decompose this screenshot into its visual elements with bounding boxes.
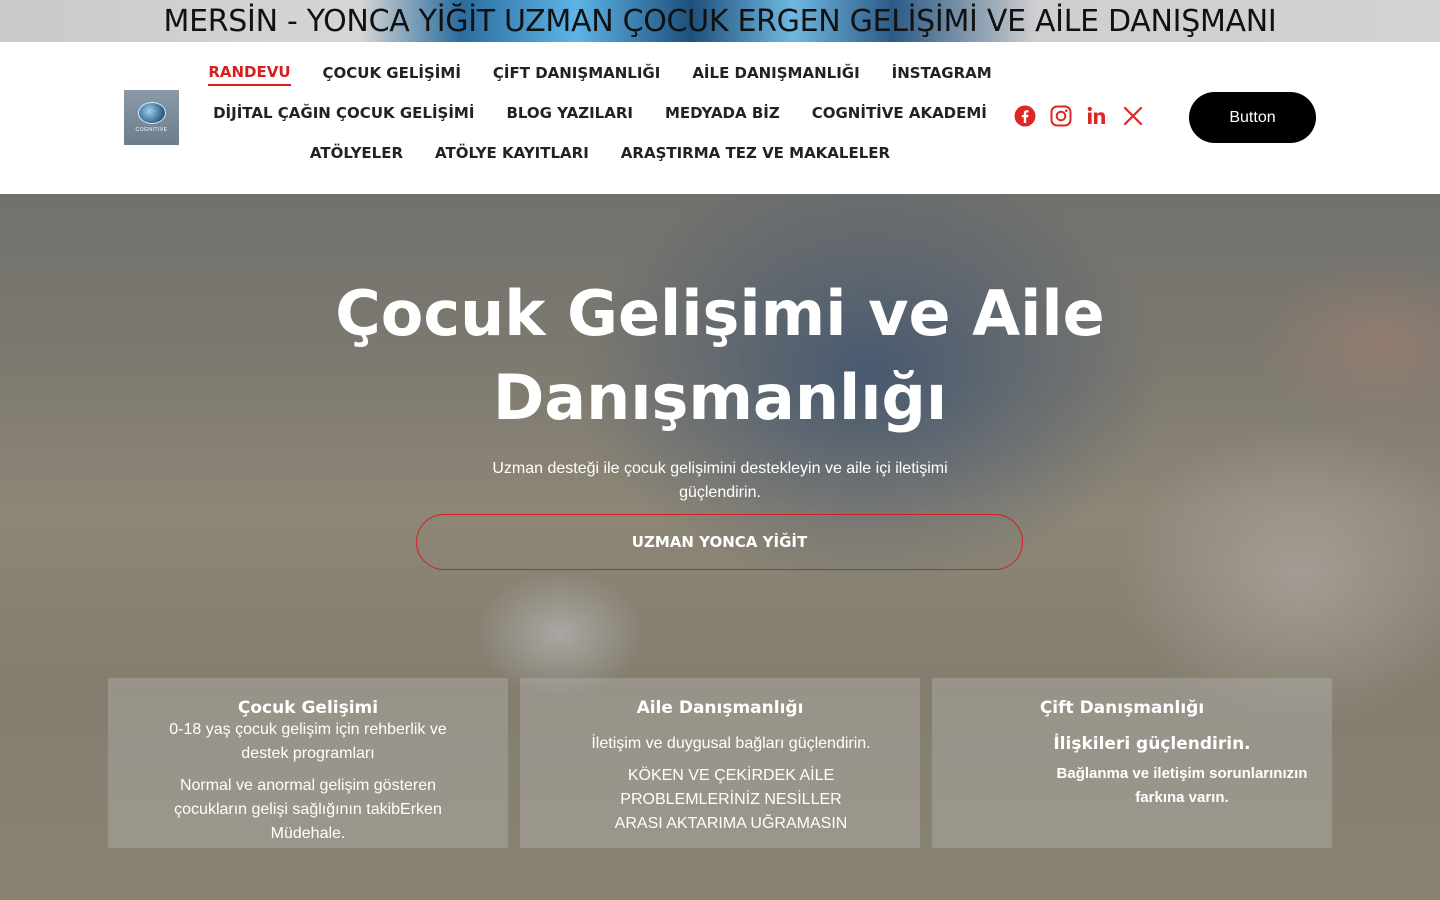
site-logo[interactable]: COGNITIVE xyxy=(124,90,179,145)
nav-item-cognitive-akademi[interactable]: COGNİTİVE AKADEMİ xyxy=(812,104,987,125)
nav-item-dijital-cag[interactable]: DİJİTAL ÇAĞIN ÇOCUK GELİŞİMİ xyxy=(213,104,474,125)
hero-expert-button[interactable]: UZMAN YONCA YİĞİT xyxy=(416,514,1023,570)
nav-item-aile-danismanligi[interactable]: AİLE DANIŞMANLIĞI xyxy=(692,64,859,85)
card-line: Normal ve anormal gelişim gösteren çocuk… xyxy=(174,777,442,842)
service-card-cocuk-gelisimi: Çocuk Gelişimi 0-18 yaş çocuk gelişim iç… xyxy=(108,678,508,848)
hero-title-line-1: Çocuk Gelişimi ve Aile xyxy=(335,277,1105,350)
service-card-aile-danismanligi: Aile Danışmanlığı İletişim ve duygusal b… xyxy=(520,678,920,848)
nav-row-3: ATÖLYELER ATÖLYE KAYITLARI ARAŞTIRMA TEZ… xyxy=(200,134,1000,174)
card-line: 0-18 yaş çocuk gelişim için rehberlik ve… xyxy=(169,721,447,762)
logo-text: COGNITIVE xyxy=(135,127,168,133)
card-line: Bağlanma ve iletişim sorunlarınızın fark… xyxy=(1056,765,1308,806)
nav-row-2: DİJİTAL ÇAĞIN ÇOCUK GELİŞİMİ BLOG YAZILA… xyxy=(200,94,1000,134)
banner-title: MERSİN - YONCA YİĞİT UZMAN ÇOCUK ERGEN G… xyxy=(163,3,1277,39)
nav-item-arastirma[interactable]: ARAŞTIRMA TEZ VE MAKALELER xyxy=(621,144,890,165)
service-card-cift-danismanligi: Çift Danışmanlığı İlişkileri güçlendirin… xyxy=(932,678,1332,848)
card-title: Çocuk Gelişimi xyxy=(237,698,379,718)
facebook-icon[interactable] xyxy=(1014,105,1036,127)
linkedin-icon[interactable] xyxy=(1086,105,1108,127)
x-icon[interactable] xyxy=(1122,105,1144,127)
card-title: Çift Danışmanlığı xyxy=(1039,698,1205,718)
hero-subtitle: Uzman desteği ile çocuk gelişimini deste… xyxy=(492,460,948,501)
hero-title-line-2: Danışmanlığı xyxy=(492,361,948,434)
nav-item-cift-danismanligi[interactable]: ÇİFT DANIŞMANLIĞI xyxy=(493,64,660,85)
instagram-icon[interactable] xyxy=(1050,105,1072,127)
nav-item-medyada-biz[interactable]: MEDYADA BİZ xyxy=(665,104,780,125)
brain-logo-icon xyxy=(137,102,166,124)
header-cta-button[interactable]: Button xyxy=(1189,92,1316,143)
social-links xyxy=(1014,105,1144,127)
nav-item-atolye-kayitlari[interactable]: ATÖLYE KAYITLARI xyxy=(435,144,589,165)
hero-content: Çocuk Gelişimi ve Aile Danışmanlığı Uzma… xyxy=(0,194,1440,900)
nav-item-randevu[interactable]: RANDEVU xyxy=(208,63,291,86)
nav-item-blog[interactable]: BLOG YAZILARI xyxy=(506,104,633,125)
main-nav: RANDEVU ÇOCUK GELİŞİMİ ÇİFT DANIŞMANLIĞI… xyxy=(200,54,1000,174)
card-line: İlişkileri güçlendirin. xyxy=(1053,734,1251,754)
nav-item-instagram[interactable]: İNSTAGRAM xyxy=(892,64,992,85)
top-banner: MERSİN - YONCA YİĞİT UZMAN ÇOCUK ERGEN G… xyxy=(0,0,1440,42)
nav-item-atolyeler[interactable]: ATÖLYELER xyxy=(310,144,403,165)
card-title: Aile Danışmanlığı xyxy=(636,698,804,718)
hero-title: Çocuk Gelişimi ve Aile Danışmanlığı xyxy=(320,272,1120,440)
nav-row-1: RANDEVU ÇOCUK GELİŞİMİ ÇİFT DANIŞMANLIĞI… xyxy=(200,54,1000,94)
hero-section: Çocuk Gelişimi ve Aile Danışmanlığı Uzma… xyxy=(0,194,1440,900)
card-line: İletişim ve duygusal bağları güçlendirin… xyxy=(591,735,871,752)
nav-item-cocuk-gelisimi[interactable]: ÇOCUK GELİŞİMİ xyxy=(323,64,461,85)
card-line: KÖKEN VE ÇEKİRDEK AİLE PROBLEMLERİNİZ NE… xyxy=(614,767,848,832)
site-header: COGNITIVE RANDEVU ÇOCUK GELİŞİMİ ÇİFT DA… xyxy=(0,42,1440,194)
